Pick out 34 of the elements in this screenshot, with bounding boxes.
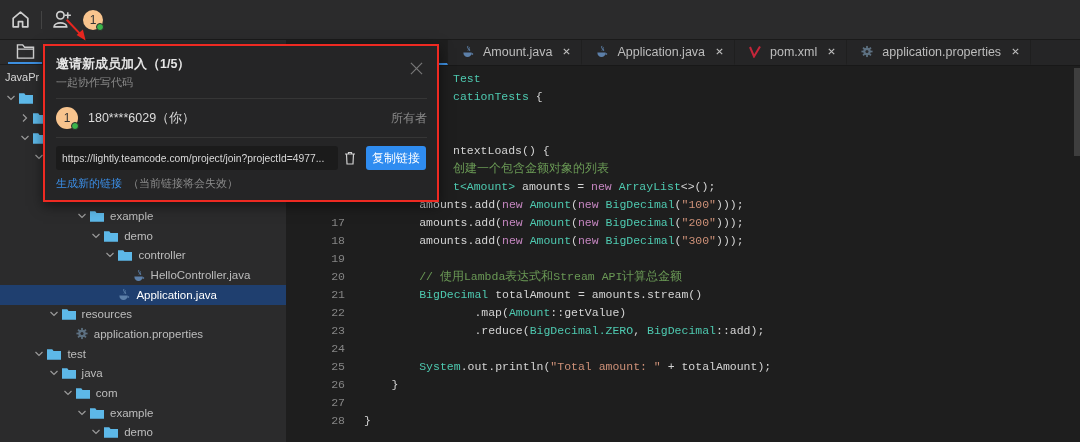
code-line: // 使用Lambda表达式和Stream API计算总金额 (418, 269, 683, 283)
code-line: cationTests { (453, 89, 543, 103)
line-number: 26 (330, 377, 345, 391)
code-line: t<Amount> amounts = new ArrayList<>(); (453, 179, 716, 193)
code-line: ntextLoads() { (453, 143, 550, 157)
code-line: } (390, 377, 399, 391)
code-line: amounts.add(new Amount(new BigDecimal("200"))); (418, 215, 744, 229)
code-line: System.out.println("Total amount: " + totalAmount); (418, 359, 772, 373)
line-number: 17 (330, 215, 345, 229)
line-number: 25 (330, 359, 345, 373)
line-number: 20 (330, 269, 345, 283)
project-name: JavaPr (5, 70, 40, 83)
line-number: 22 (330, 305, 345, 319)
code-line: amounts.add(new Amount(new BigDecimal("300"))); (418, 233, 744, 247)
line-number: 19 (330, 251, 345, 265)
code-line: 创建一个包含金额对象的列表 (453, 161, 609, 175)
member-role: 所有者 (391, 109, 427, 127)
avatar: 1 (56, 107, 78, 129)
popup-title: 邀请新成员加入（1/5） (56, 56, 191, 73)
line-number: 27 (330, 395, 345, 409)
line-number: 23 (330, 323, 345, 337)
line-number: 24 (330, 341, 345, 355)
code-line: BigDecimal totalAmount = amounts.stream() (418, 287, 703, 301)
member-name: 180****6029（你） (88, 109, 197, 127)
code-line: .map(Amount::getValue) (473, 305, 627, 319)
code-line: .reduce(BigDecimal.ZERO, BigDecimal::add); (473, 323, 765, 337)
code-line: Test (453, 71, 481, 85)
popup-subtitle: 一起协作写代码 (56, 76, 134, 90)
code-line: amounts.add(new Amount(new BigDecimal("100"))); (418, 197, 744, 211)
line-number: 21 (330, 287, 345, 301)
line-number: 18 (330, 233, 345, 247)
code-line: } (364, 413, 371, 427)
line-number: 28 (330, 413, 345, 427)
regenerate-note: （当前链接将会失效） (128, 177, 238, 189)
